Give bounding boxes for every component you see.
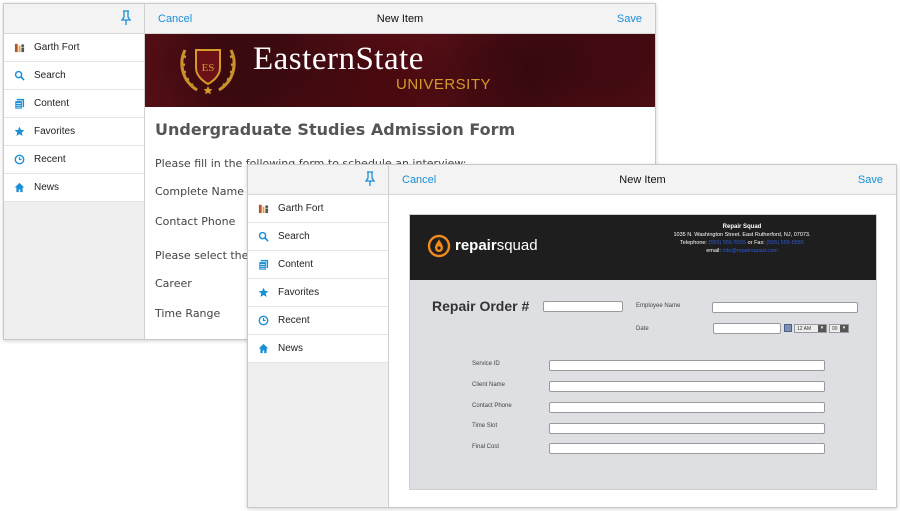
sidebar-header (4, 4, 144, 34)
repair-squad-header: repairsquad Repair Squad 1035 N. Washing… (410, 215, 876, 280)
sidebar-item-label: Garth Fort (278, 203, 324, 214)
company-name: Repair Squad (722, 224, 762, 230)
window-title: New Item (376, 13, 424, 25)
window-title: New Item (619, 174, 666, 186)
sidebar-item-content[interactable]: Content (4, 90, 144, 118)
client-name-input[interactable] (549, 381, 825, 392)
final-cost-input[interactable] (549, 443, 825, 454)
search-icon (13, 70, 25, 82)
sidebar-item-content[interactable]: Content (248, 251, 388, 279)
sidebar-item-garth-fort[interactable]: Garth Fort (248, 195, 388, 223)
repair-order-title: Repair Order # (432, 298, 530, 314)
date-label: Date (636, 326, 649, 332)
wrench-logo-icon (427, 234, 451, 258)
repair-order-form-area: repairsquad Repair Squad 1035 N. Washing… (409, 214, 877, 490)
home-icon (257, 343, 269, 355)
university-banner: ES EasternState UNIVERSITY (145, 34, 655, 107)
hour-select[interactable]: 12 AM ▾ (794, 324, 827, 333)
sidebar-item-label: Content (34, 98, 70, 109)
sidebar-item-label: Favorites (278, 287, 320, 298)
clock-icon (13, 154, 25, 166)
sidebar-item-label: News (34, 182, 60, 193)
date-input[interactable] (713, 323, 781, 334)
sidebar-item-news[interactable]: News (4, 174, 144, 202)
star-icon (13, 126, 25, 138)
sidebar-item-garth-fort[interactable]: Garth Fort (4, 34, 144, 62)
field-label-service-id: Service ID (472, 361, 500, 367)
search-icon (257, 231, 269, 243)
calendar-icon[interactable] (784, 324, 792, 332)
sidebar-item-label: Search (278, 231, 310, 242)
brand-bold: repair (455, 237, 497, 254)
repair-order-number-input[interactable] (543, 301, 623, 312)
employee-name-input[interactable] (712, 302, 858, 313)
field-label-client-name: Client Name (472, 382, 506, 388)
minute-value: 00 (832, 326, 838, 332)
sidebar-list: Garth Fort Search Content Favorites Rece… (4, 34, 144, 202)
clock-icon (257, 315, 269, 327)
sidebar-item-label: Search (34, 70, 66, 81)
email-label: email: (706, 248, 721, 254)
sidebar-item-search[interactable]: Search (248, 223, 388, 251)
form-heading: Undergraduate Studies Admission Form (155, 120, 516, 139)
company-email: email: info@repairsquad.com (642, 247, 842, 255)
star-icon (257, 287, 269, 299)
time-slot-input[interactable] (549, 423, 825, 434)
sidebar-item-label: News (278, 343, 304, 354)
repair-squad-brand: repairsquad (455, 237, 538, 254)
sidebar: Garth Fort Search Content Favorites Rece… (4, 4, 145, 339)
pin-icon[interactable] (364, 171, 376, 187)
user-books-icon (13, 42, 25, 54)
sidebar-item-favorites[interactable]: Favorites (248, 279, 388, 307)
contact-phone-input[interactable] (549, 402, 825, 413)
brand-rest: squad (496, 237, 538, 254)
sidebar-item-label: Recent (34, 154, 66, 165)
sidebar-item-label: Favorites (34, 126, 76, 137)
user-books-icon (257, 203, 269, 215)
sidebar-item-label: Content (278, 259, 314, 270)
top-bar: Cancel New Item Save (145, 4, 655, 34)
sidebar: Garth Fort Search Content Favorites Rece… (248, 165, 389, 507)
sidebar-item-recent[interactable]: Recent (248, 307, 388, 335)
main-panel: Cancel New Item Save repairsquad Repair … (389, 165, 896, 507)
sidebar-item-label: Recent (278, 315, 310, 326)
sidebar-item-label: Garth Fort (34, 42, 80, 53)
company-contact: Telephone: (555) 555-5555 or Fax: (555) … (642, 239, 842, 247)
content-icon (257, 259, 269, 271)
fax-label: or Fax: (747, 240, 765, 246)
telephone-label: Telephone: (680, 240, 707, 246)
top-bar: Cancel New Item Save (389, 165, 896, 195)
svg-text:ES: ES (202, 62, 215, 74)
pin-icon[interactable] (120, 10, 132, 26)
hour-value: 12 AM (797, 326, 812, 332)
university-name: EasternState (253, 41, 424, 77)
field-label-final-cost: Final Cost (472, 444, 500, 450)
repair-squad-window: Garth Fort Search Content Favorites Rece… (247, 164, 897, 508)
field-label-time-slot: Time Slot (472, 423, 498, 429)
field-label-contact-phone: Contact Phone (472, 403, 512, 409)
save-button[interactable]: Save (858, 174, 883, 186)
sidebar-item-favorites[interactable]: Favorites (4, 118, 144, 146)
minute-select[interactable]: 00 ▾ (829, 324, 849, 333)
telephone-link[interactable]: (555) 555-5555 (709, 240, 747, 246)
company-info: Repair Squad 1035 N. Washington Street. … (642, 223, 842, 255)
sidebar-item-recent[interactable]: Recent (4, 146, 144, 174)
employee-name-label: Employee Name (636, 303, 681, 309)
sidebar-header (248, 165, 388, 195)
university-subtitle: UNIVERSITY (396, 76, 492, 93)
company-address: 1035 N. Washington Street. East Rutherfo… (673, 232, 811, 238)
email-link[interactable]: info@repairsquad.com (722, 248, 777, 254)
save-button[interactable]: Save (617, 13, 642, 25)
service-id-input[interactable] (549, 360, 825, 371)
content-icon (13, 98, 25, 110)
chevron-down-icon: ▾ (840, 325, 848, 332)
university-crest-logo: ES (180, 49, 236, 95)
home-icon (13, 182, 25, 194)
chevron-down-icon: ▾ (818, 325, 826, 332)
fax-link[interactable]: (555) 555-5555 (766, 240, 804, 246)
repair-order-body: Repair Order # Employee Name Date 12 AM ▾… (410, 280, 876, 489)
sidebar-item-news[interactable]: News (248, 335, 388, 363)
sidebar-item-search[interactable]: Search (4, 62, 144, 90)
sidebar-list: Garth Fort Search Content Favorites Rece… (248, 195, 388, 363)
